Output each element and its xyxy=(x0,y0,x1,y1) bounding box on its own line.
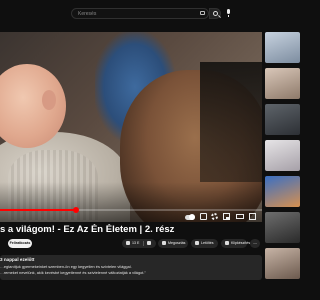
like-count: 13 E xyxy=(132,241,140,245)
like-button[interactable]: 13 E xyxy=(122,239,156,248)
description-line: …remeket nevelünk, akik kevésbé kegyetle… xyxy=(0,270,146,275)
thumbs-up-icon xyxy=(126,240,130,245)
settings-gear-icon[interactable] xyxy=(211,213,218,220)
video-frame-detail xyxy=(42,90,56,110)
microphone-icon[interactable] xyxy=(225,9,233,18)
search-input[interactable] xyxy=(72,9,200,18)
progress-fill xyxy=(0,209,76,211)
keyboard-icon[interactable] xyxy=(200,11,205,15)
related-video-thumbnail[interactable] xyxy=(265,248,300,279)
subtitles-icon[interactable] xyxy=(200,213,207,220)
related-video-thumbnail[interactable] xyxy=(265,176,300,207)
description-box[interactable]: 3 nappal ezelőtt …egtanítjuk gyermekeink… xyxy=(0,255,262,280)
share-button[interactable]: Megosztás xyxy=(158,239,188,248)
download-icon xyxy=(195,240,199,245)
clip-button[interactable]: Klipkészítés xyxy=(221,239,251,248)
video-title: s a világom! - Ez Az Én Életem | 2. rész xyxy=(0,224,175,235)
upload-date: 3 nappal ezelőtt xyxy=(0,257,35,262)
related-video-thumbnail[interactable] xyxy=(265,212,300,243)
like-divider xyxy=(143,241,144,246)
video-frame-detail xyxy=(200,62,262,182)
more-actions-button[interactable]: … xyxy=(250,239,260,248)
share-icon xyxy=(162,240,166,245)
miniplayer-icon[interactable] xyxy=(223,213,230,220)
related-video-thumbnail[interactable] xyxy=(265,140,300,171)
share-label: Megosztás xyxy=(168,241,186,245)
clip-label: Klipkészítés xyxy=(231,241,251,245)
thumbs-down-icon[interactable] xyxy=(147,241,151,245)
search-button[interactable] xyxy=(209,8,221,19)
masthead xyxy=(0,0,300,28)
download-button[interactable]: Letöltés xyxy=(191,239,218,248)
progress-bar[interactable] xyxy=(0,207,262,213)
action-row: Feliratkozás 13 E Megosztás Letöltés Kli… xyxy=(0,238,262,250)
player-controls xyxy=(0,212,262,222)
theater-mode-icon[interactable] xyxy=(236,214,244,219)
description-line: …egtanítjuk gyermekeinket szemben-ön egy… xyxy=(0,264,132,269)
fullscreen-icon[interactable] xyxy=(249,213,256,220)
autoplay-toggle-icon[interactable] xyxy=(185,214,195,220)
related-video-thumbnail[interactable] xyxy=(265,68,300,99)
download-label: Letöltés xyxy=(201,241,214,245)
search-icon xyxy=(213,11,218,16)
subscribe-button[interactable]: Feliratkozás xyxy=(8,239,32,248)
video-player[interactable] xyxy=(0,32,262,222)
search-box[interactable] xyxy=(71,8,209,19)
related-video-thumbnail[interactable] xyxy=(265,32,300,63)
scissors-icon xyxy=(225,240,229,245)
related-video-thumbnail[interactable] xyxy=(265,104,300,135)
